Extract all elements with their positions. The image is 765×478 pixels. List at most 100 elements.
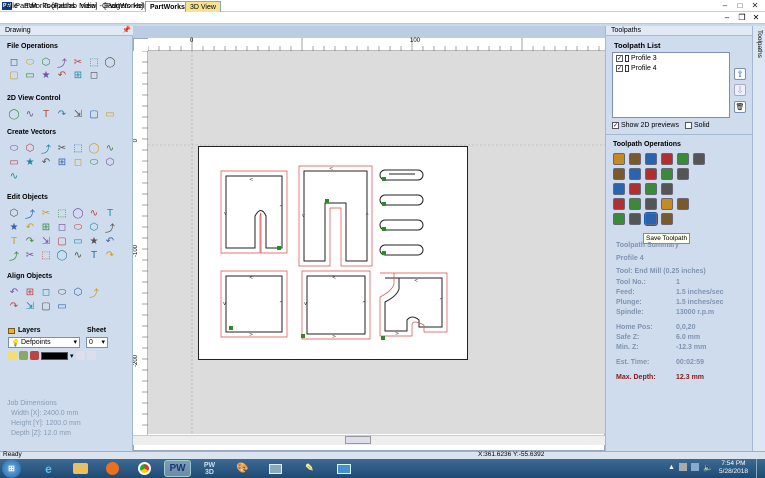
align-center-h-icon[interactable]: ⊞ xyxy=(24,286,36,298)
paste-icon[interactable]: ↶ xyxy=(56,69,68,81)
edit-toolpath-icon[interactable] xyxy=(677,168,689,180)
taskbar-partworks-icon[interactable]: PW xyxy=(164,460,191,477)
taskbar-explorer-icon[interactable] xyxy=(67,460,94,477)
ungroup-icon[interactable]: ◯ xyxy=(72,207,84,219)
inlay-toolpath-icon[interactable] xyxy=(613,168,625,180)
align-top-icon[interactable]: ⬭ xyxy=(56,286,68,298)
zoom-extents-icon[interactable]: ↷ xyxy=(56,108,68,120)
fluting-toolpath-icon[interactable] xyxy=(693,153,705,165)
zoom-icon[interactable]: ∿ xyxy=(24,108,36,120)
smooth-icon[interactable]: ▭ xyxy=(72,235,84,247)
taskbar-window-icon[interactable] xyxy=(330,460,357,477)
menu-view[interactable]: View xyxy=(80,1,96,11)
rectangle-icon[interactable]: ⤴ xyxy=(40,142,52,156)
color-icon[interactable] xyxy=(30,351,39,360)
taskbar-chrome-icon[interactable] xyxy=(131,460,158,477)
print-icon[interactable]: ▢ xyxy=(8,69,20,81)
material-sheet[interactable]: < v ^ < v ^ < v ^ > < v ^ > < ^ > xyxy=(198,146,468,360)
toolpath-checkbox[interactable]: ✓ xyxy=(616,55,623,62)
solid-option[interactable]: Solid xyxy=(685,122,710,129)
layer-select[interactable]: Defpoints 💡 ▾ xyxy=(8,337,80,348)
menu-gadgets[interactable]: Gadgets xyxy=(102,1,130,11)
star-icon[interactable]: ▭ xyxy=(8,156,20,168)
solid-checkbox[interactable] xyxy=(685,122,692,129)
scrollbar-thumb[interactable] xyxy=(345,436,371,444)
menu-edit[interactable]: Edit xyxy=(24,1,37,11)
mirror-icon[interactable]: ↶ xyxy=(24,221,36,233)
rotate-icon[interactable]: ★ xyxy=(8,221,20,233)
save-toolpath-icon[interactable] xyxy=(644,212,658,226)
node-edit-icon[interactable]: ⤴ xyxy=(24,207,36,221)
align-left-icon[interactable]: ↶ xyxy=(8,286,20,298)
tray-flag-icon[interactable] xyxy=(679,463,687,471)
arrow-icon[interactable]: ⊞ xyxy=(56,156,68,168)
recalculate-icon[interactable] xyxy=(613,198,625,210)
zoom-box-icon[interactable]: T xyxy=(40,108,52,120)
delete-toolpath-button[interactable]: 🗑 xyxy=(734,101,746,113)
close-icon[interactable]: ★ xyxy=(88,235,100,247)
zoom-in-icon[interactable]: ⇲ xyxy=(72,108,84,120)
show-2d-previews-option[interactable]: ✓ Show 2D previews xyxy=(612,122,679,129)
delete-icon[interactable] xyxy=(645,183,657,195)
menu-toolpaths[interactable]: Toolpaths xyxy=(43,1,75,11)
toolpath-item-profile-4[interactable]: ✓ Profile 4 xyxy=(616,65,657,72)
cut-icon[interactable]: ▭ xyxy=(24,69,36,81)
align-middle-icon[interactable]: ⬡ xyxy=(72,286,84,298)
taskbar-paint-icon[interactable]: 🎨 xyxy=(229,460,256,477)
dogbone-icon[interactable]: ↷ xyxy=(104,249,116,261)
move-down-button[interactable]: ⇩ xyxy=(734,84,746,96)
space-v-icon[interactable]: ▢ xyxy=(40,300,52,312)
redo-icon[interactable]: ◯ xyxy=(104,56,116,68)
vcarve-toolpath-icon[interactable] xyxy=(661,153,673,165)
mdi-restore-button[interactable]: ❐ xyxy=(737,13,747,23)
arc-text-icon[interactable]: ↶ xyxy=(40,156,52,168)
moulding-icon[interactable] xyxy=(661,168,673,180)
tray-volume-icon[interactable]: 🔈 xyxy=(703,463,713,472)
mdi-minimize-button[interactable]: – xyxy=(722,13,732,23)
node-icon[interactable]: ⬭ xyxy=(88,156,100,168)
distort-icon[interactable]: ⊞ xyxy=(40,221,52,233)
wrap-icon[interactable] xyxy=(661,198,673,210)
align-page-icon[interactable]: ▭ xyxy=(56,300,68,312)
toolpaths-side-tab[interactable] xyxy=(752,26,765,451)
draw-icon[interactable]: ∿ xyxy=(8,170,20,182)
align-bottom-icon[interactable]: ⤴ xyxy=(88,286,100,300)
trim-icon[interactable]: ⬡ xyxy=(88,221,100,233)
vector-drawing[interactable]: < v ^ < v ^ < v ^ > < v ^ > < ^ > xyxy=(199,147,469,361)
light-icon[interactable] xyxy=(8,351,17,360)
taskbar-media-icon[interactable] xyxy=(99,460,126,477)
pocket-toolpath-icon[interactable] xyxy=(629,153,641,165)
move-up-button[interactable]: ⇧ xyxy=(734,68,746,80)
break-icon[interactable]: ⬭ xyxy=(72,221,84,233)
tool-icon[interactable] xyxy=(613,213,625,225)
show-desktop-button[interactable] xyxy=(756,459,765,478)
texture-icon[interactable] xyxy=(645,168,657,180)
undo-icon[interactable]: ⬚ xyxy=(88,56,100,68)
save-as-icon[interactable]: ⤴ xyxy=(56,56,68,70)
template-icon[interactable] xyxy=(629,198,641,210)
new-file-icon[interactable]: ◻ xyxy=(8,56,20,68)
import-icon[interactable]: ✂ xyxy=(72,56,84,68)
align-icon[interactable]: T xyxy=(8,235,20,247)
tray-chevron-icon[interactable]: ▲ xyxy=(668,464,675,471)
weld-icon[interactable]: ∿ xyxy=(88,207,100,219)
close-button[interactable]: ✕ xyxy=(750,1,760,11)
taskbar-drive-icon[interactable] xyxy=(262,460,289,477)
sheet-manager-icon[interactable] xyxy=(86,351,96,360)
group-icon[interactable]: ⬚ xyxy=(56,207,68,219)
bezier-icon[interactable]: ✂ xyxy=(24,249,36,261)
toolpath-list[interactable]: ✓ Profile 3 ✓ Profile 4 xyxy=(612,52,730,118)
profile-toolpath-icon[interactable] xyxy=(613,153,625,165)
array-icon[interactable]: ↷ xyxy=(24,235,36,247)
mdi-close-button[interactable]: ✕ xyxy=(751,13,761,23)
nest-icon[interactable]: ⇲ xyxy=(40,235,52,247)
tray-network-icon[interactable] xyxy=(691,463,699,471)
circle-icon[interactable]: ⬭ xyxy=(8,142,20,154)
offset-icon[interactable]: ◻ xyxy=(72,156,84,168)
extend-icon[interactable]: ⤴ xyxy=(104,221,116,235)
taskbar-clock[interactable]: 7:54 PM 5/28/2018 xyxy=(716,460,751,476)
clip-icon[interactable]: ◯ xyxy=(56,249,68,261)
layer-manager-icon[interactable] xyxy=(75,351,85,360)
space-h-icon[interactable]: ⇲ xyxy=(24,300,36,312)
show-2d-checkbox[interactable]: ✓ xyxy=(612,122,619,129)
